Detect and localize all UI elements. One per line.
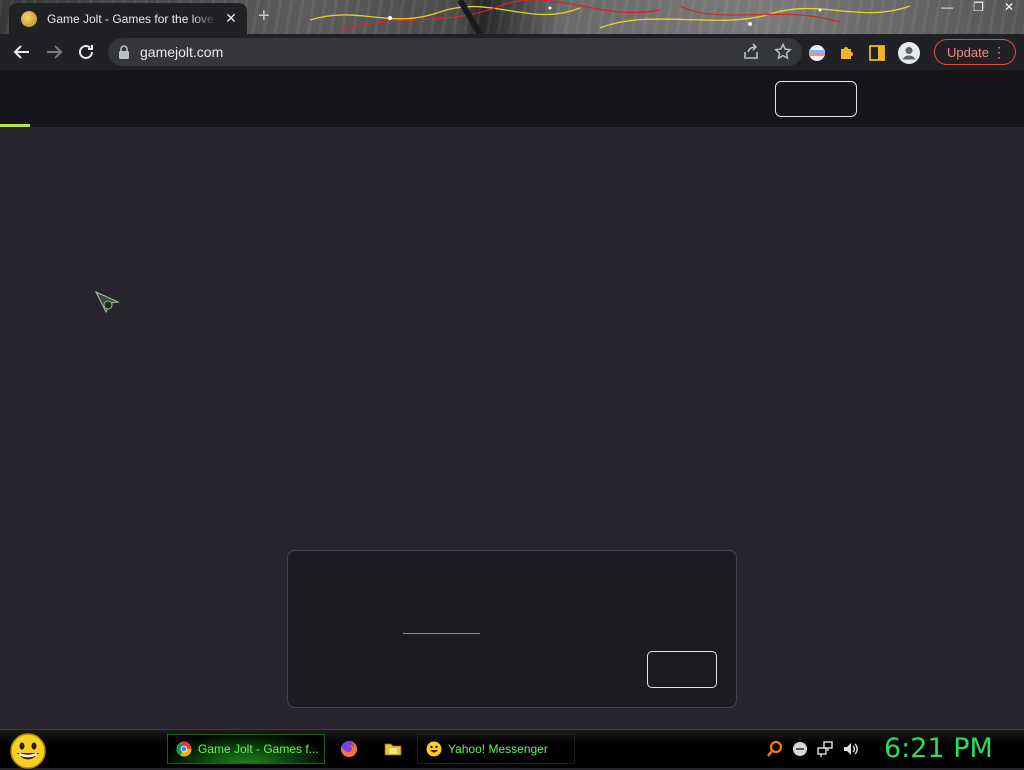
taskbar-item-yahoo-messenger[interactable]: Yahoo! Messenger [417, 734, 575, 764]
taskbar: Game Jolt - Games f... Yahoo! Messenger … [0, 729, 1024, 770]
flag-extension-icon[interactable] [808, 44, 826, 62]
menu-dots-icon[interactable]: ⋮ [992, 43, 1006, 61]
browser-toolbar: gamejolt.com Update ⋮ [0, 34, 1024, 70]
update-button[interactable]: Update ⋮ [934, 39, 1016, 65]
address-bar[interactable]: gamejolt.com [108, 38, 802, 66]
minimize-icon[interactable]: — [941, 0, 953, 14]
wallpaper-scribble [309, 0, 911, 34]
back-button[interactable] [6, 36, 38, 68]
update-label: Update [947, 44, 989, 60]
reload-button[interactable] [70, 36, 102, 68]
taskbar-clock[interactable]: 6:21 PM [884, 733, 993, 764]
forward-arrow-icon [47, 45, 63, 59]
taskbar-item-label: Game Jolt - Games f... [198, 742, 319, 756]
bookmark-star-icon[interactable] [774, 43, 792, 61]
dialog-button[interactable] [647, 651, 717, 688]
reload-icon [79, 44, 93, 59]
site-header [0, 70, 1024, 127]
network-icon[interactable] [816, 740, 834, 758]
tab-title: Game Jolt - Games for the love of it [47, 11, 217, 26]
messenger-status-icon[interactable] [792, 741, 808, 757]
loading-dialog [287, 550, 737, 708]
gamejolt-favicon-icon [21, 10, 37, 27]
window-controls: — ❐ ✕ [941, 0, 1014, 14]
taskbar-item-chrome[interactable]: Game Jolt - Games f... [167, 734, 325, 764]
firefox-icon[interactable] [340, 740, 358, 758]
folder-icon[interactable] [384, 740, 402, 758]
puzzle-extensions-icon[interactable] [838, 44, 856, 62]
extension-icons [808, 42, 920, 64]
chrome-icon [176, 741, 192, 757]
dialog-placeholder-line [403, 633, 480, 634]
system-tray [766, 740, 860, 758]
share-icon[interactable] [742, 43, 760, 61]
profile-avatar-icon[interactable] [898, 42, 920, 64]
lock-icon [119, 45, 129, 59]
taskbar-item-label: Yahoo! Messenger [448, 742, 548, 756]
header-outline-button[interactable] [775, 81, 857, 117]
back-arrow-icon [13, 45, 29, 59]
search-icon[interactable] [766, 740, 784, 758]
close-window-icon[interactable]: ✕ [1004, 0, 1014, 14]
yahoo-smiley-icon [426, 741, 442, 757]
restore-icon[interactable]: ❐ [973, 0, 984, 14]
browser-tab-strip: Game Jolt - Games for the love of it ✕ +… [0, 0, 1024, 34]
start-smiley-icon[interactable] [8, 732, 48, 770]
close-tab-icon[interactable]: ✕ [223, 10, 239, 27]
url-text: gamejolt.com [140, 44, 224, 60]
forward-button[interactable] [38, 36, 70, 68]
volume-icon[interactable] [842, 740, 860, 758]
animated-cursor-icon [94, 290, 120, 314]
side-panel-icon[interactable] [868, 44, 886, 62]
new-tab-icon[interactable]: + [258, 5, 270, 28]
browser-tab-gamejolt[interactable]: Game Jolt - Games for the love of it ✕ [9, 3, 247, 34]
